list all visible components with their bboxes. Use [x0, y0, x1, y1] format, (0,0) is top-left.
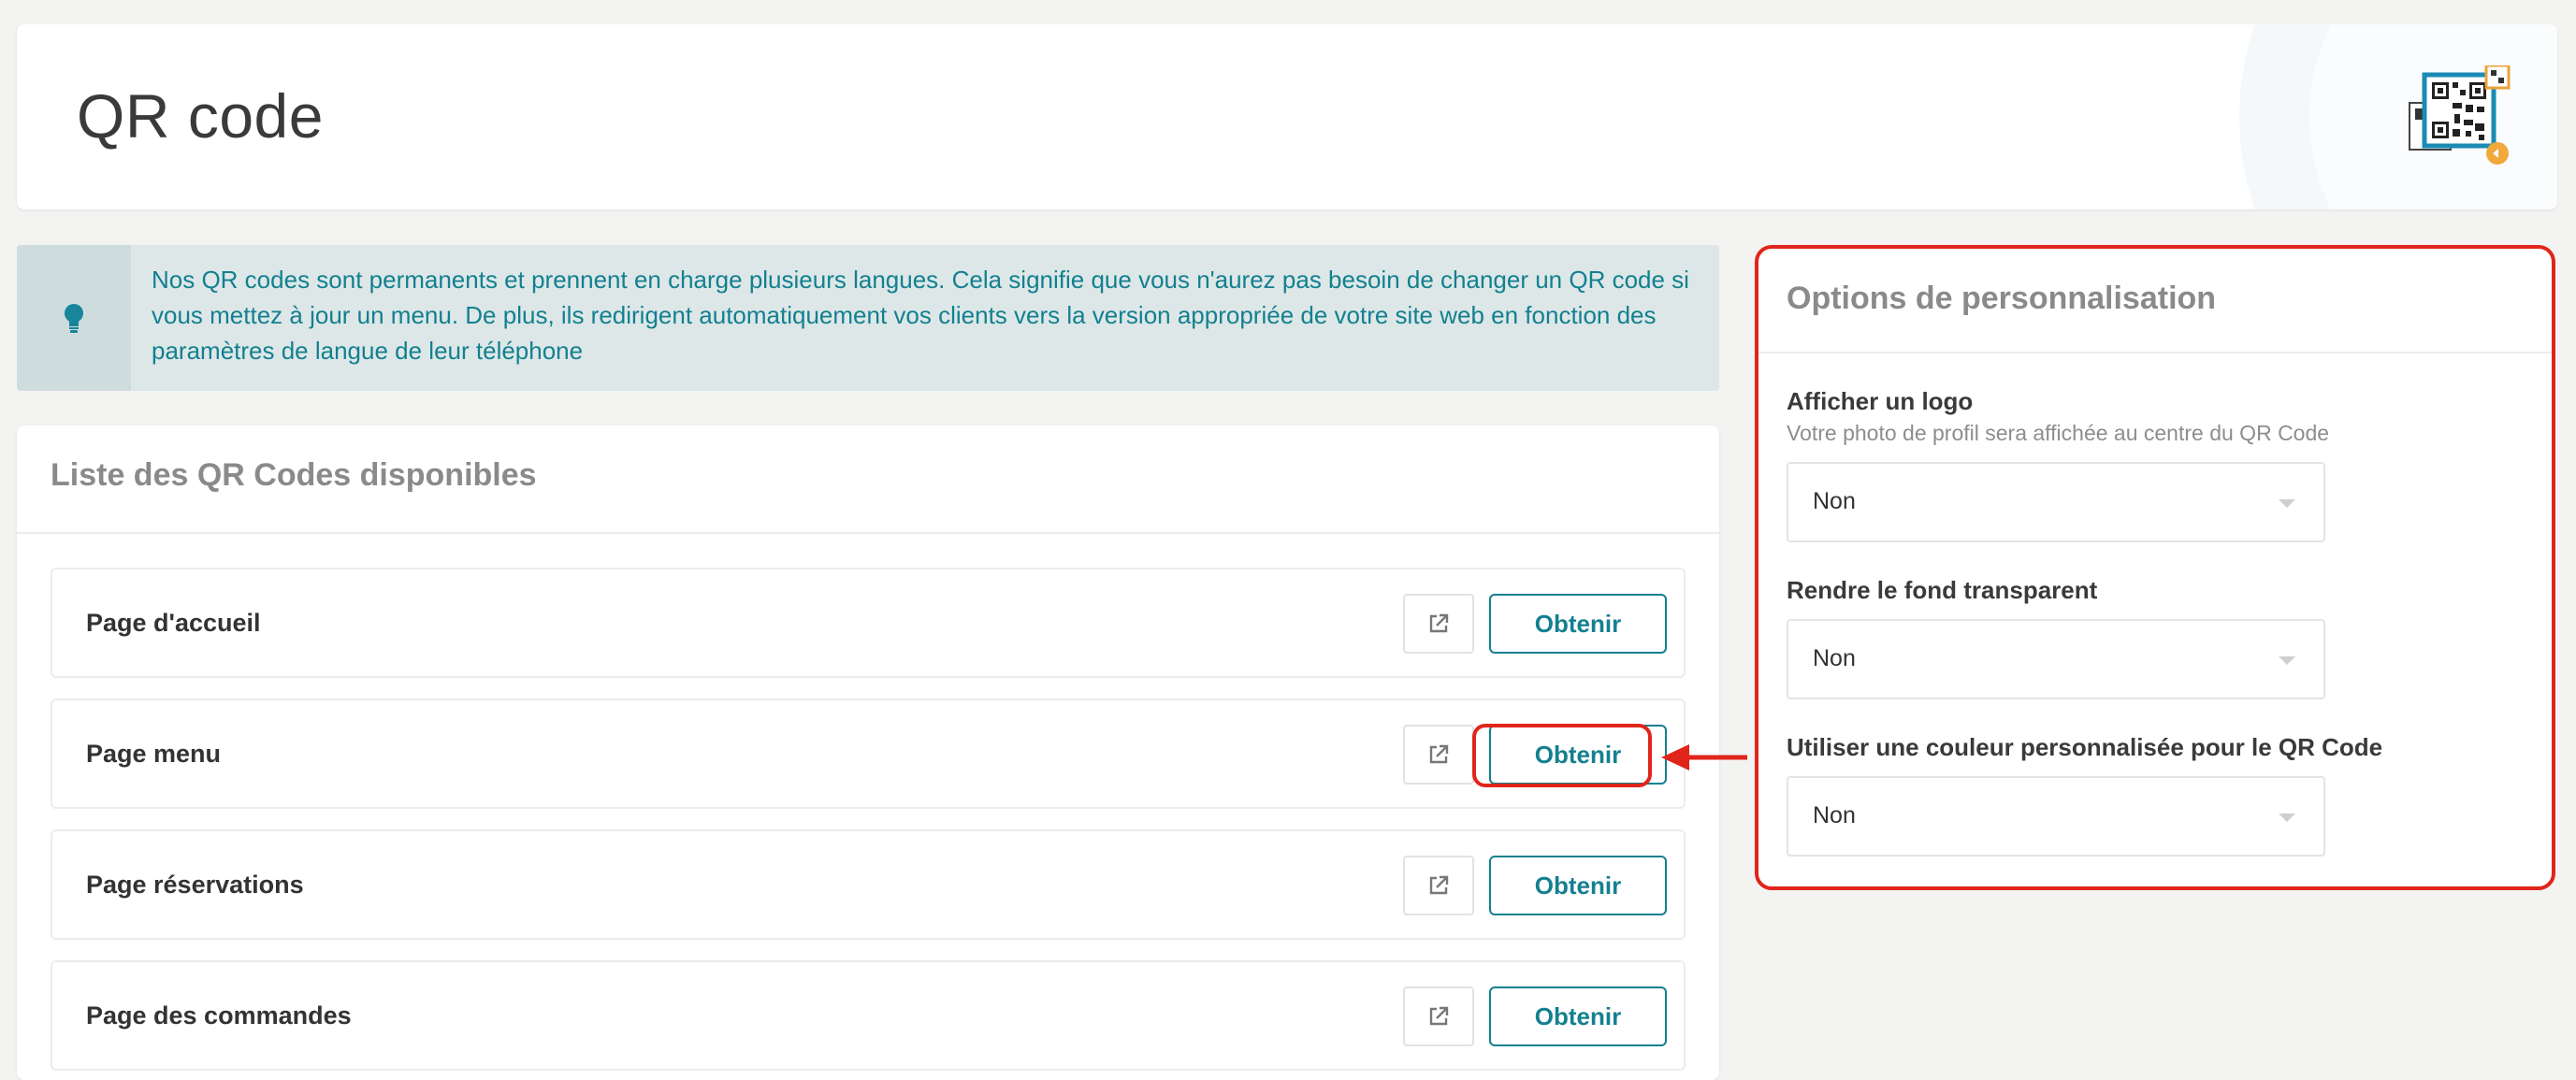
lightbulb-icon	[65, 304, 83, 333]
qr-list-card: Liste des QR Codes disponibles Page d'ac…	[17, 425, 1719, 1080]
get-qr-button[interactable]: Obtenir	[1489, 856, 1667, 915]
transparent-select[interactable]: Non	[1787, 619, 2325, 699]
info-banner-text: Nos QR codes sont permanents et prennent…	[152, 266, 1689, 365]
external-link-icon	[1429, 744, 1449, 764]
get-qr-button[interactable]: Obtenir	[1489, 725, 1667, 785]
qr-row-menu: Page menu Obtenir	[51, 698, 1686, 809]
color-option-label: Utiliser une couleur personnalisée pour …	[1787, 733, 2383, 761]
arrow-left-icon	[1661, 744, 1747, 770]
qr-row-label: Page d'accueil	[86, 609, 261, 637]
qr-list-title: Liste des QR Codes disponibles	[51, 457, 537, 493]
logo-select-value: Non	[1813, 488, 1856, 514]
external-link-icon	[1429, 613, 1449, 633]
external-link-icon	[1429, 875, 1449, 895]
open-link-button[interactable]	[1403, 986, 1474, 1046]
qr-row-label: Page réservations	[86, 871, 304, 899]
transparent-select-value: Non	[1813, 645, 1856, 671]
qr-row-orders: Page des commandes Obtenir	[51, 960, 1686, 1071]
qr-row-label: Page des commandes	[86, 1001, 352, 1030]
get-qr-button[interactable]: Obtenir	[1489, 594, 1667, 654]
get-qr-button[interactable]: Obtenir	[1489, 986, 1667, 1046]
logo-option-label: Afficher un logo	[1787, 387, 1974, 415]
qr-row-label: Page menu	[86, 740, 222, 768]
color-select[interactable]: Non	[1787, 776, 2325, 857]
qr-code-icon	[2409, 65, 2511, 165]
qr-row-reservations: Page réservations Obtenir	[51, 829, 1686, 940]
transparent-option-label: Rendre le fond transparent	[1787, 576, 2098, 604]
chevron-down-icon	[2279, 499, 2295, 508]
chevron-down-icon	[2279, 814, 2295, 822]
chevron-down-icon	[2279, 656, 2295, 665]
customization-options-card: Options de personnalisation Afficher un …	[1755, 245, 2555, 890]
external-link-icon	[1429, 1006, 1449, 1026]
divider	[1758, 352, 2552, 353]
logo-select[interactable]: Non	[1787, 462, 2325, 542]
logo-option-help: Votre photo de profil sera affichée au c…	[1787, 421, 2330, 445]
open-link-button[interactable]	[1403, 725, 1474, 785]
info-banner: Nos QR codes sont permanents et prennent…	[17, 245, 1719, 391]
qr-row-home: Page d'accueil Obtenir	[51, 568, 1686, 678]
color-select-value: Non	[1813, 802, 1856, 828]
info-banner-icon-area	[17, 245, 131, 391]
open-link-button[interactable]	[1403, 856, 1474, 915]
page-title: QR code	[77, 81, 324, 151]
open-link-button[interactable]	[1403, 594, 1474, 654]
options-title: Options de personnalisation	[1787, 281, 2217, 316]
page-header: QR code	[17, 24, 2557, 209]
divider	[17, 532, 1719, 534]
